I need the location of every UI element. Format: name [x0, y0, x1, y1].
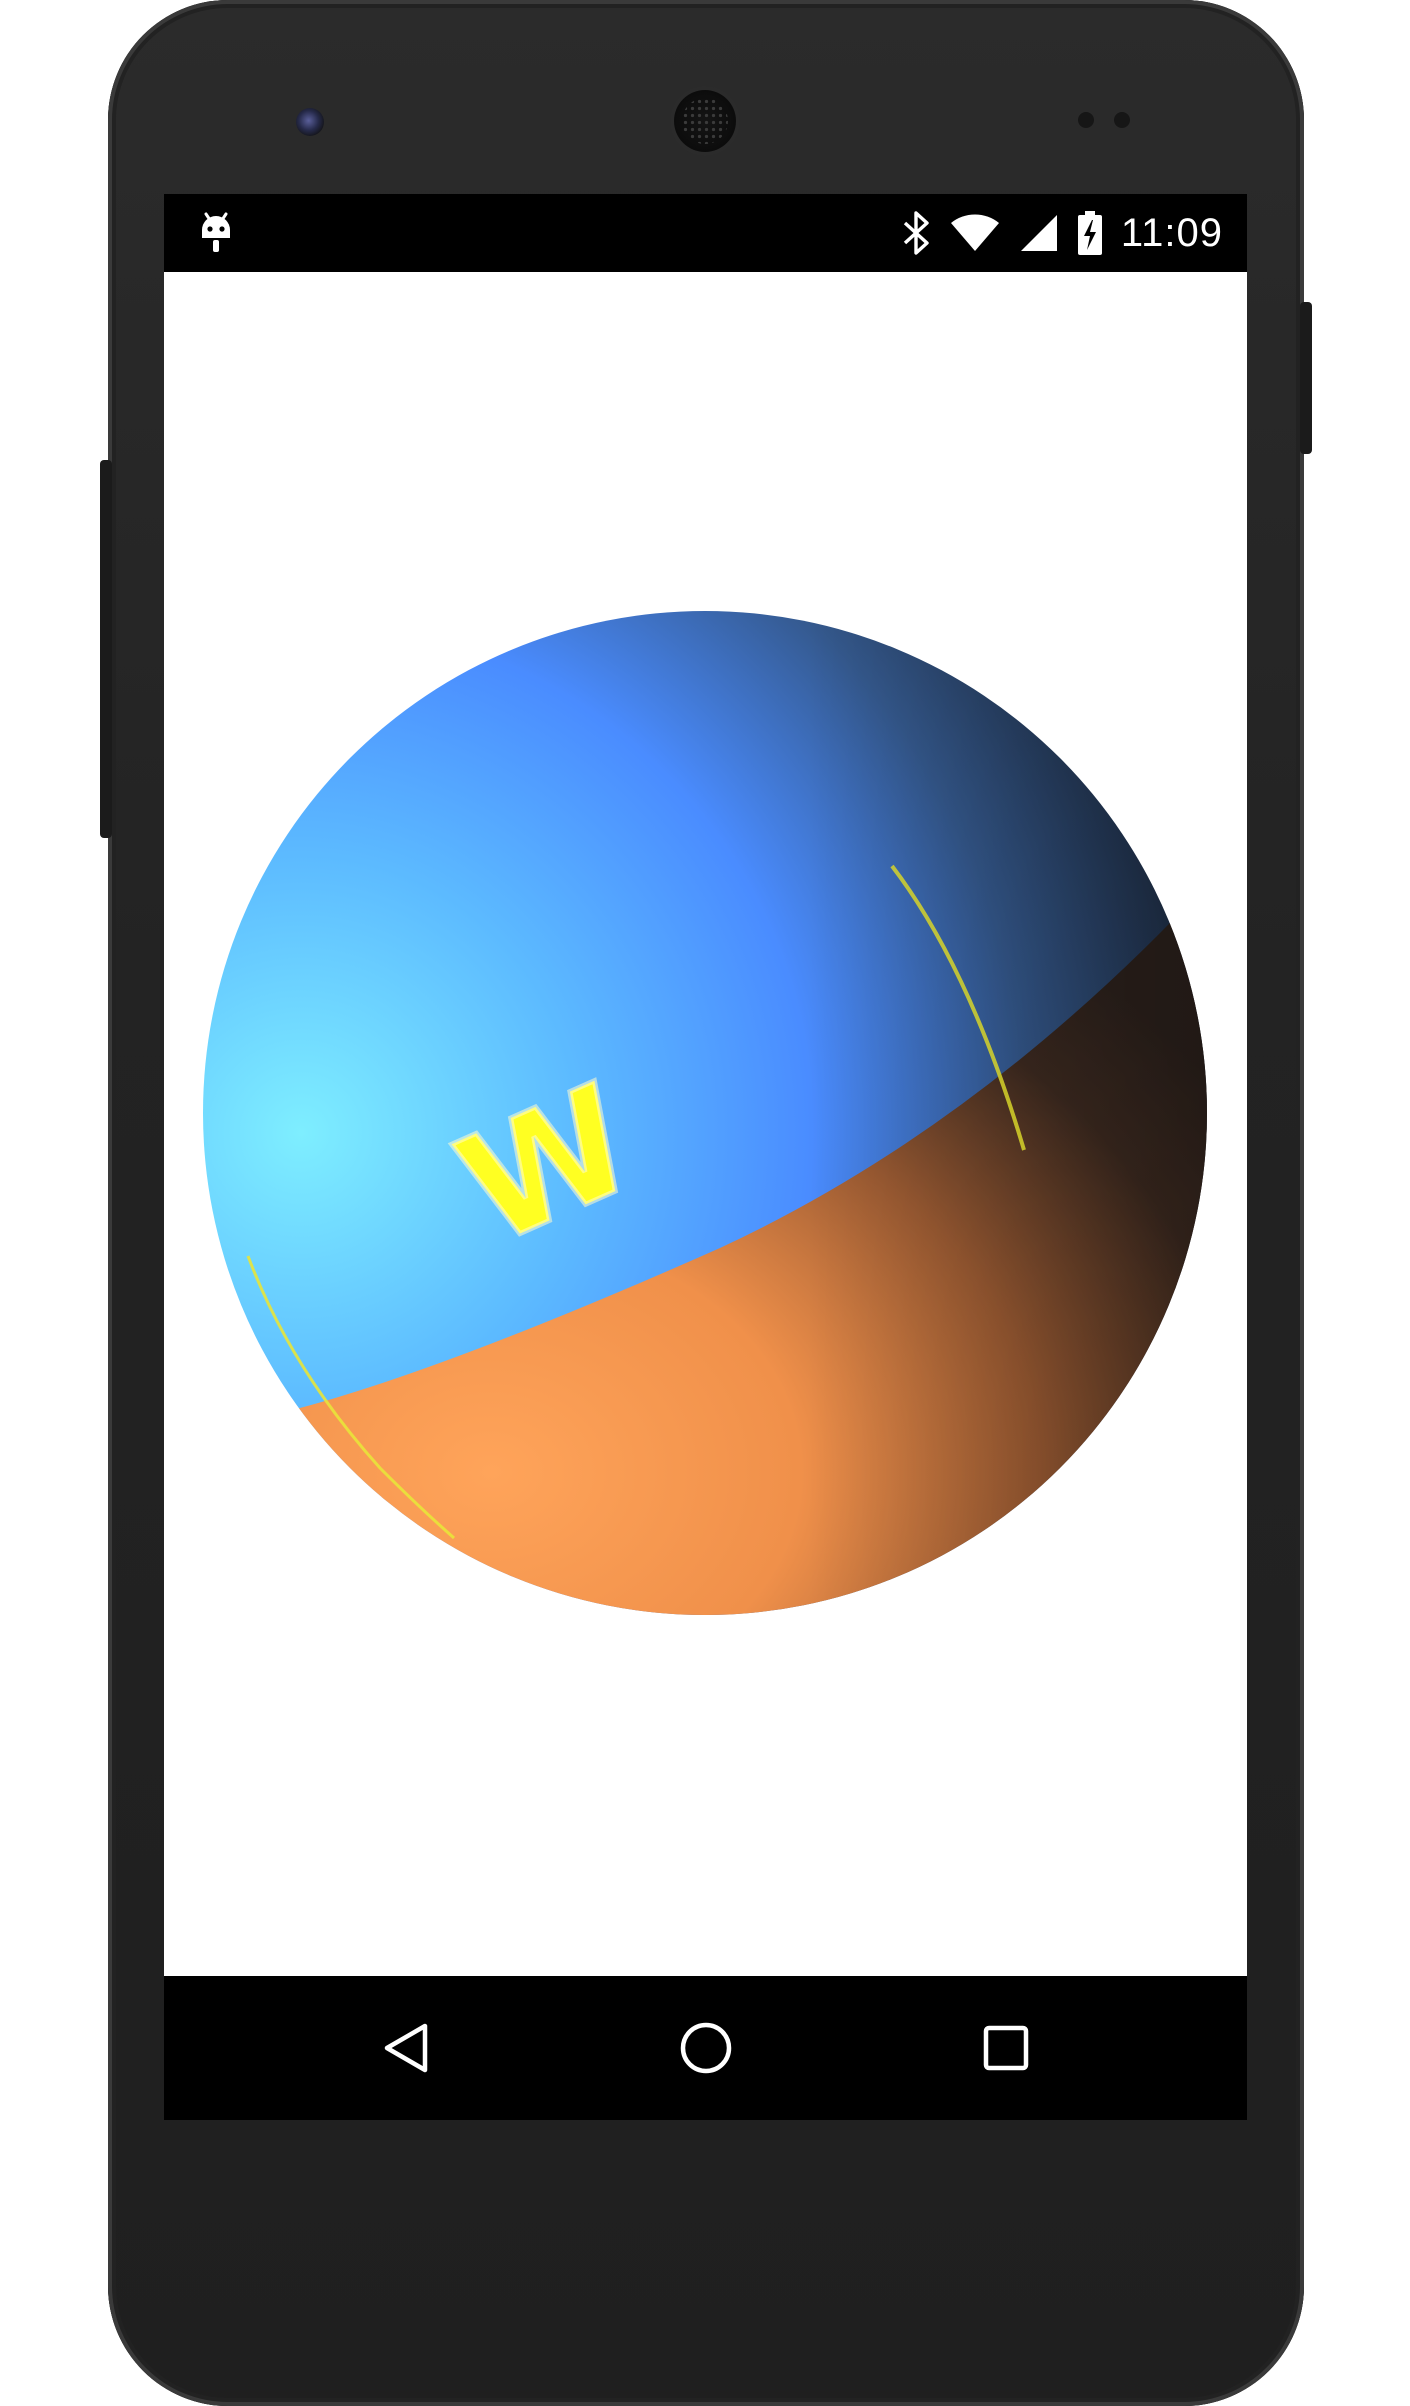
- android-debug-icon: [202, 212, 230, 252]
- back-button[interactable]: [365, 2006, 449, 2090]
- earpiece-speaker: [674, 90, 736, 152]
- screen: 11:09 W: [164, 194, 1247, 2120]
- sphere-shading: [203, 611, 1207, 1615]
- app-content: W: [164, 272, 1247, 1976]
- home-button[interactable]: [664, 2006, 748, 2090]
- light-sensor: [1114, 112, 1130, 128]
- bluetooth-icon: [903, 211, 929, 255]
- navigation-bar: [164, 1976, 1247, 2120]
- wifi-icon: [950, 214, 999, 251]
- status-clock: 11:09: [1120, 210, 1223, 255]
- sphere-3d-view[interactable]: W: [200, 608, 1210, 1618]
- home-icon: [680, 2022, 732, 2074]
- seam-line-top: [1055, 685, 1097, 740]
- sphere: [203, 611, 1207, 1615]
- volume-rocker: [100, 460, 112, 838]
- recent-apps-icon: [983, 2025, 1029, 2071]
- power-button: [1300, 302, 1312, 454]
- recent-apps-button[interactable]: [964, 2006, 1048, 2090]
- status-icons: 11:09: [901, 204, 1223, 262]
- back-icon: [384, 2023, 428, 2073]
- status-bar: 11:09: [164, 194, 1247, 272]
- cell-signal-icon: [1020, 215, 1057, 251]
- front-camera: [296, 108, 324, 136]
- proximity-sensor: [1078, 112, 1094, 128]
- battery-charging-icon: [1077, 211, 1102, 255]
